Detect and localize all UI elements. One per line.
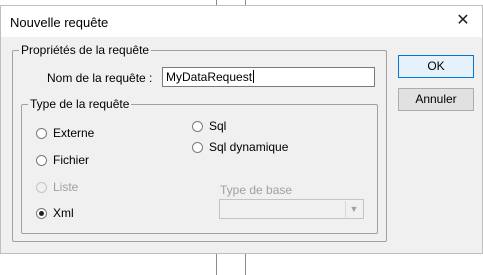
chevron-down-icon: ▼	[345, 201, 362, 217]
title-bar: Nouvelle requête ✕	[1, 6, 482, 37]
request-name-input[interactable]: MyDataRequest	[162, 67, 375, 87]
radio-xml[interactable]: Xml	[36, 206, 74, 220]
request-type-group-legend: Type de la requête	[28, 97, 132, 111]
dialog-title: Nouvelle requête	[10, 15, 109, 30]
radio-liste-label: Liste	[53, 180, 79, 194]
request-name-label: Nom de la requête :	[47, 71, 153, 85]
cancel-button-label: Annuler	[415, 92, 457, 106]
radio-fichier[interactable]: Fichier	[36, 153, 89, 167]
radio-sql[interactable]: Sql	[192, 119, 226, 133]
radio-sql-dynamique-circle	[192, 141, 203, 153]
text-caret	[253, 70, 255, 83]
radio-externe-label: Externe	[53, 126, 95, 140]
radio-sql-dynamique[interactable]: Sql dynamique	[192, 140, 288, 154]
new-request-dialog: Nouvelle requête ✕ Propriétés de la requ…	[0, 5, 483, 254]
radio-liste-circle	[36, 181, 47, 193]
background-window-edge	[216, 254, 217, 275]
radio-sql-dynamique-label: Sql dynamique	[209, 140, 289, 154]
radio-sql-circle	[192, 120, 203, 132]
ok-button-label: OK	[427, 59, 445, 73]
radio-sql-label: Sql	[209, 119, 227, 133]
radio-externe[interactable]: Externe	[36, 126, 94, 140]
close-icon[interactable]: ✕	[454, 12, 472, 30]
radio-xml-label: Xml	[53, 206, 74, 220]
base-type-label: Type de base	[220, 183, 293, 197]
radio-liste: Liste	[36, 180, 78, 194]
cancel-button[interactable]: Annuler	[398, 88, 474, 111]
background-window-edge	[245, 254, 246, 275]
request-name-value: MyDataRequest	[166, 70, 253, 84]
ok-button[interactable]: OK	[398, 55, 474, 78]
base-type-select: ▼	[219, 199, 364, 219]
radio-fichier-label: Fichier	[53, 153, 90, 167]
properties-group-legend: Propriétés de la requête	[19, 43, 152, 57]
properties-group: Propriétés de la requête Nom de la requê…	[12, 43, 387, 242]
request-type-group: Type de la requête Externe Fichier Liste…	[21, 97, 378, 234]
radio-xml-circle	[36, 207, 47, 219]
radio-fichier-circle	[36, 154, 47, 166]
radio-externe-circle	[36, 127, 47, 139]
